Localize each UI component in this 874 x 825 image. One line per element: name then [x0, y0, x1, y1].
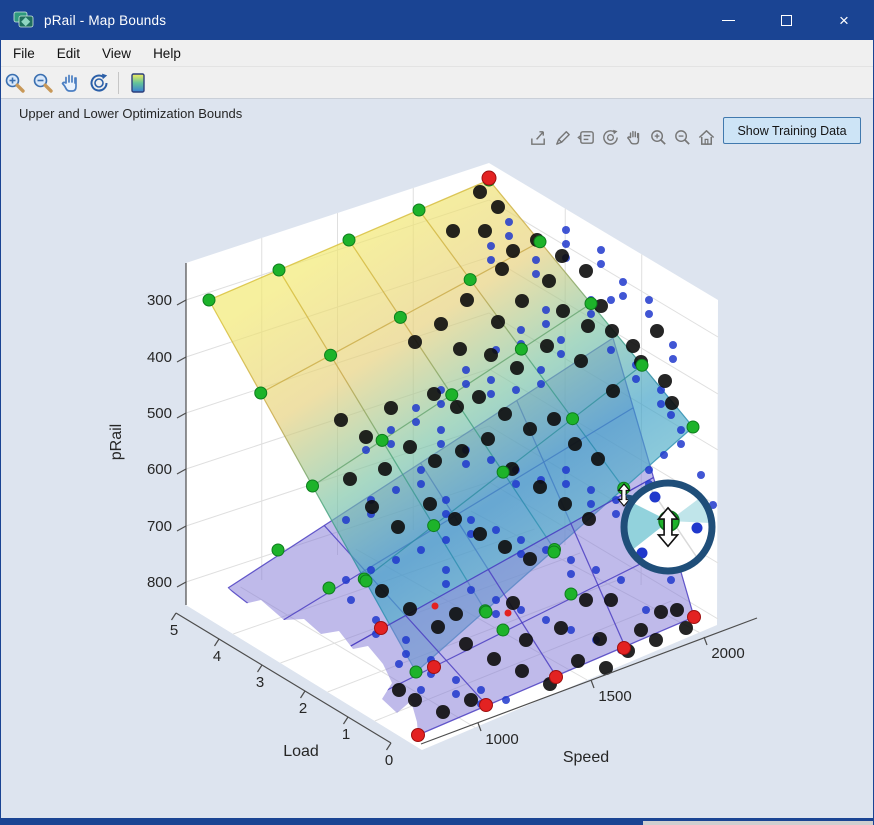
- lower-bound-vertex-green: [360, 575, 372, 587]
- lower-bound-vertex-red: [412, 729, 425, 742]
- z-axis-label: pRail: [108, 424, 125, 460]
- pan-hand-icon: [59, 71, 83, 95]
- lower-bound-vertex-red: [550, 671, 563, 684]
- load-tick-label: 2: [299, 700, 307, 717]
- close-icon: ×: [839, 12, 849, 29]
- zoom-out-icon: [31, 71, 55, 95]
- lower-bound-vertex-green: [548, 546, 560, 558]
- z-tick-label: 300: [147, 292, 172, 309]
- app-window: pRail - Map Bounds × File Edit View Help: [0, 0, 874, 825]
- speed-tick-label: 2000: [711, 645, 744, 662]
- upper-bound-vertex: [515, 343, 527, 355]
- z-tick-label: 600: [147, 461, 172, 478]
- upper-bound-vertex-red: [482, 171, 496, 185]
- rotate-3d-icon: [87, 71, 111, 95]
- lower-bound-vertex-red: [480, 699, 493, 712]
- load-axis-label: Load: [283, 743, 319, 760]
- close-button[interactable]: ×: [815, 0, 873, 40]
- toolbar-separator: [118, 72, 119, 94]
- upper-bound-vertex: [464, 274, 476, 286]
- plot-canvas[interactable]: 800 700 600 500 400 300 pRail 5 4 3 2 1 0 Load 1000 150…: [1, 99, 874, 818]
- rotate-3d-button[interactable]: [85, 70, 113, 96]
- app-icon: [13, 10, 35, 30]
- pan-button[interactable]: [57, 70, 85, 96]
- lower-bound-vertex-red: [428, 661, 441, 674]
- menu-file[interactable]: File: [3, 46, 45, 61]
- upper-bound-vertex: [255, 387, 267, 399]
- load-tick-label: 0: [385, 752, 393, 769]
- plot-panel: Upper and Lower Optimization Bounds: [1, 99, 874, 818]
- speed-tick-label: 1500: [598, 688, 631, 705]
- maximize-icon: [781, 15, 792, 26]
- upper-bound-vertex: [497, 466, 509, 478]
- upper-bound-vertex: [534, 236, 546, 248]
- maximize-button[interactable]: [757, 0, 815, 40]
- colormap-icon: [126, 71, 150, 95]
- upper-bound-vertex: [376, 434, 388, 446]
- window-title: pRail - Map Bounds: [44, 13, 166, 28]
- scatter-red-point: [505, 610, 512, 617]
- speed-axis-label: Speed: [563, 749, 609, 766]
- lower-bound-vertex-green: [565, 588, 577, 600]
- menu-view[interactable]: View: [92, 46, 141, 61]
- upper-bound-vertex: [343, 234, 355, 246]
- load-tick-label: 1: [342, 726, 350, 743]
- z-tick-label: 800: [147, 574, 172, 591]
- speed-tick-label: 1000: [485, 731, 518, 748]
- scatter-red-point: [432, 603, 439, 610]
- upper-bound-vertex: [413, 204, 425, 216]
- lower-bound-vertex-green: [323, 582, 335, 594]
- lower-bound-vertex-green: [272, 544, 284, 556]
- upper-bound-vertex: [325, 349, 337, 361]
- upper-bound-vertex: [307, 480, 319, 492]
- upper-bound-vertex: [636, 359, 648, 371]
- upper-bound-vertex: [585, 298, 597, 310]
- zoom-out-button[interactable]: [29, 70, 57, 96]
- upper-bound-vertex: [446, 389, 458, 401]
- menubar: File Edit View Help: [1, 40, 873, 67]
- load-tick-label: 5: [170, 622, 178, 639]
- minimize-icon: [722, 20, 735, 21]
- minimize-button[interactable]: [699, 0, 757, 40]
- lower-bound-vertex-red: [688, 611, 701, 624]
- load-tick-label: 3: [256, 674, 264, 691]
- z-tick-label: 500: [147, 405, 172, 422]
- upper-bound-vertex: [687, 421, 699, 433]
- zoom-in-button[interactable]: [1, 70, 29, 96]
- menu-edit[interactable]: Edit: [47, 46, 90, 61]
- load-tick-label: 4: [213, 648, 221, 665]
- menu-help[interactable]: Help: [143, 46, 191, 61]
- window-resize-grip[interactable]: [643, 821, 874, 825]
- zoom-in-icon: [3, 71, 27, 95]
- lower-bound-vertex-red: [375, 622, 388, 635]
- upper-bound-vertex: [394, 311, 406, 323]
- upper-bound-vertex: [428, 520, 440, 532]
- upper-bound-vertex: [410, 666, 422, 678]
- upper-bound-vertex: [273, 264, 285, 276]
- upper-bound-vertex: [567, 413, 579, 425]
- lower-bound-vertex-green: [480, 606, 492, 618]
- colormap-button[interactable]: [124, 70, 152, 96]
- main-toolbar: [1, 67, 873, 99]
- titlebar: pRail - Map Bounds ×: [1, 0, 873, 40]
- z-tick-label: 700: [147, 518, 172, 535]
- upper-bound-vertex: [203, 294, 215, 306]
- lower-bound-vertex-green: [497, 624, 509, 636]
- lower-bound-vertex-red: [618, 642, 631, 655]
- z-tick-label: 400: [147, 349, 172, 366]
